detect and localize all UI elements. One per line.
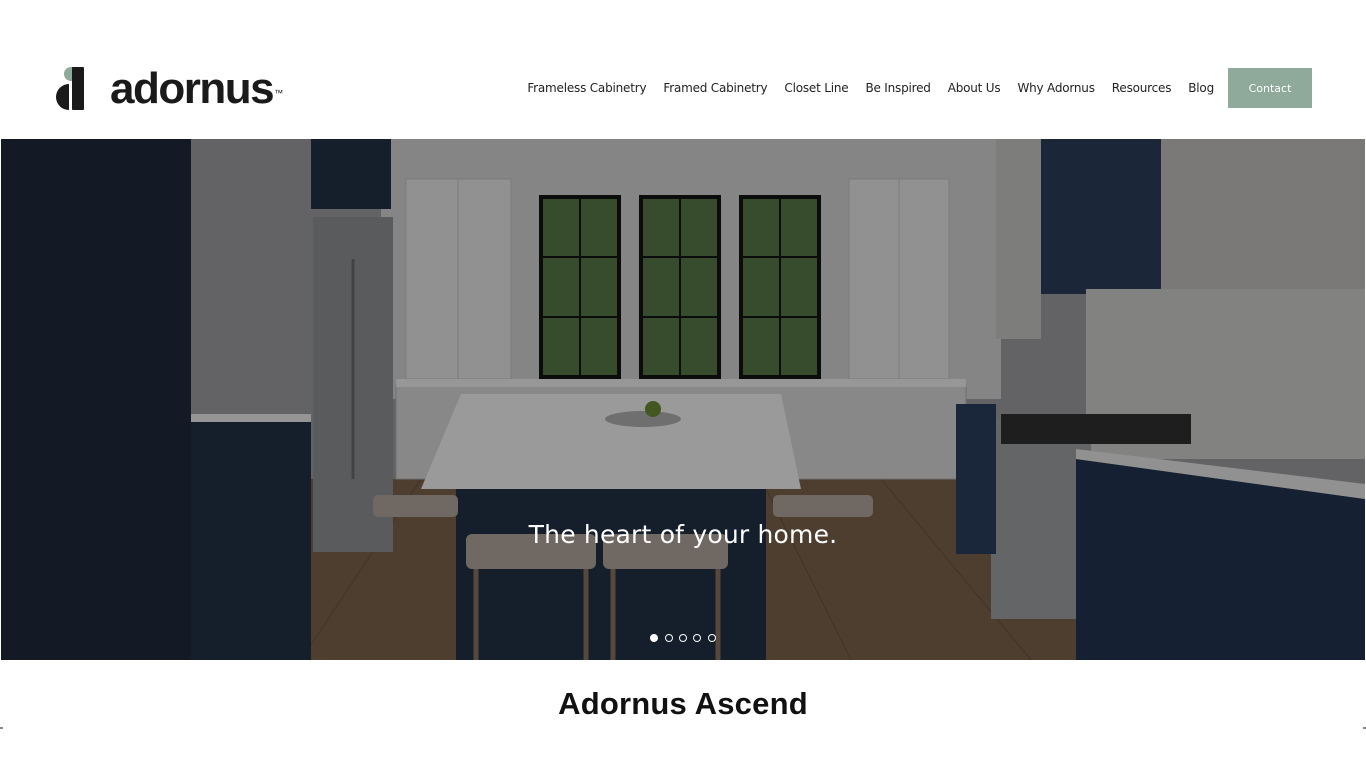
slider-dot-3[interactable] — [679, 634, 687, 642]
main-nav: Frameless Cabinetry Framed Cabinetry Clo… — [527, 68, 1312, 108]
logo-mark-icon — [56, 67, 84, 110]
logo-trademark: ™ — [274, 88, 284, 98]
nav-item-resources[interactable]: Resources — [1112, 68, 1172, 108]
hero-slider: The heart of your home. — [1, 139, 1365, 660]
slider-dot-1[interactable] — [650, 634, 659, 642]
nav-item-be-inspired[interactable]: Be Inspired — [865, 68, 930, 108]
contact-button[interactable]: Contact — [1228, 68, 1312, 108]
slider-dot-5[interactable] — [707, 634, 716, 642]
nav-item-why-adornus[interactable]: Why Adornus — [1017, 68, 1095, 108]
logo[interactable]: adornus ™ — [54, 66, 283, 112]
nav-item-framed-cabinetry[interactable]: Framed Cabinetry — [663, 68, 767, 108]
section-divider — [0, 727, 1366, 729]
nav-item-blog[interactable]: Blog — [1188, 68, 1214, 108]
nav-item-about-us[interactable]: About Us — [948, 68, 1001, 108]
nav-item-closet-line[interactable]: Closet Line — [784, 68, 848, 108]
slider-dot-4[interactable] — [693, 634, 702, 642]
site-header: adornus ™ Frameless Cabinetry Framed Cabi… — [0, 0, 1366, 139]
slider-dots — [1, 634, 1365, 642]
hero-tagline: The heart of your home. — [528, 520, 838, 549]
slider-dot-2[interactable] — [664, 634, 673, 642]
logo-wordmark: adornus — [110, 64, 275, 113]
nav-item-frameless-cabinetry[interactable]: Frameless Cabinetry — [527, 68, 646, 108]
section-title: Adornus Ascend — [558, 686, 808, 721]
hero-overlay — [1, 139, 1365, 660]
